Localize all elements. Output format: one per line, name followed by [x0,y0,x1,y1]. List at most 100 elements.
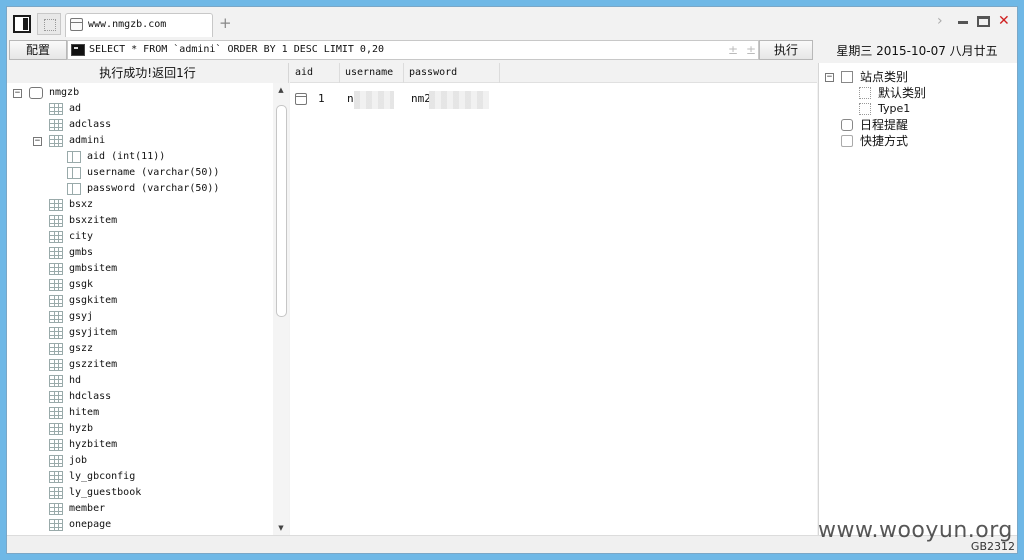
category-item-label: 默认类别 [878,86,927,100]
config-button[interactable]: 配置 [9,40,67,60]
table-label: gszzitem [69,359,118,370]
tab-title: www.nmgzb.com [88,19,167,30]
sql-text[interactable]: SELECT * FROM `admini` ORDER BY 1 DESC L… [89,44,384,55]
table-icon [49,519,63,531]
table-label: job [69,455,88,466]
collapse-icon[interactable]: − [33,137,42,146]
category-icon [859,87,871,99]
table-icon [49,103,63,115]
table-icon [49,423,63,435]
title-bar: www.nmgzb.com + › ✕ [7,7,1017,37]
cell-password[interactable]: nm2 [411,89,431,109]
column-icon [67,151,81,163]
table-label: hyzb [69,423,94,434]
scroll-up-icon[interactable]: ▲ [273,83,289,97]
row-icon [295,93,307,105]
site-category-pane: − 站点类别 默认类别 Type1 日程提醒 快捷方式 [818,63,1017,535]
table-label: hd [69,375,82,386]
table-icon [49,471,63,483]
shortcuts-label: 快捷方式 [860,134,909,148]
database-tree-pane: 执行成功!返回1行 − nmgzb ad adclass − admini aid (i… [7,63,289,535]
table-icon [49,455,63,467]
table-label: hitem [69,407,100,418]
table-icon [49,199,63,211]
terminal-icon [71,44,85,56]
scroll-down-icon[interactable]: ▼ [273,521,289,535]
table-icon [49,263,63,275]
chevron-right-icon[interactable]: › [937,13,943,29]
column-icon [67,183,81,195]
folder-icon [841,71,853,83]
category-root-label: 站点类别 [860,70,909,84]
table-label: member [69,503,106,514]
column-label: username (varchar(50)) [87,167,220,178]
column-label: aid (int(11)) [87,151,166,162]
table-icon [49,119,63,131]
panel-toggle-icon[interactable] [13,15,31,33]
column-header-username[interactable]: username [340,63,404,83]
query-status: 执行成功!返回1行 [7,63,288,83]
table-icon [49,247,63,259]
page-icon [70,18,83,31]
watermark: www.wooyun.org [818,518,1013,543]
date-label: 星期三 2015-10-07 八月廿五 [836,44,998,58]
table-icon [49,439,63,451]
table-label: gsyj [69,311,94,322]
table-icon [49,215,63,227]
clock-icon [841,119,853,131]
table-icon [49,359,63,371]
result-grid: aid username password 1 n nm2 [290,63,817,535]
table-icon [49,503,63,515]
table-label: hyzbitem [69,439,118,450]
table-label: bsxzitem [69,215,118,226]
collapse-icon[interactable]: − [825,73,834,82]
table-label: ly_gbconfig [69,471,136,482]
close-button[interactable]: ✕ [998,13,1010,29]
plus-minus-icon[interactable]: ± [728,43,738,57]
cell-aid[interactable]: 1 [318,89,325,109]
table-row[interactable]: 1 n nm2 [290,89,817,109]
table-icon [49,487,63,499]
table-icon [49,135,63,147]
table-label: gsyjitem [69,327,118,338]
maximize-button[interactable] [977,16,990,27]
cell-username[interactable]: n [347,89,354,109]
redaction-blur [429,91,489,109]
table-icon [49,231,63,243]
table-label: gmbsitem [69,263,118,274]
table-icon [49,391,63,403]
tree-scrollbar[interactable]: ▲ ▼ [273,83,289,535]
blank-tab-icon[interactable] [37,13,61,35]
database-icon [29,87,43,99]
table-label: gsgk [69,279,94,290]
grid-header: aid username password [290,63,817,83]
category-item-label: Type1 [878,102,911,115]
table-label: city [69,231,94,242]
table-icon [49,343,63,355]
toolbar: 配置 SELECT * FROM `admini` ORDER BY 1 DES… [7,39,1017,61]
execute-button[interactable]: 执行 [759,40,813,60]
table-icon [49,295,63,307]
column-header-aid[interactable]: aid [290,63,340,83]
hand-icon [841,135,853,147]
database-tree[interactable]: − nmgzb ad adclass − admini aid (int(11)) use… [7,83,273,535]
table-label: ad [69,103,82,114]
table-icon [49,311,63,323]
table-label: onepage [69,519,112,530]
column-header-password[interactable]: password [404,63,500,83]
table-label: admini [69,135,106,146]
database-label: nmgzb [49,87,80,98]
table-icon [49,375,63,387]
sql-input[interactable]: SELECT * FROM `admini` ORDER BY 1 DESC L… [67,40,759,60]
scroll-thumb[interactable] [276,105,287,317]
browser-window: www.nmgzb.com + › ✕ 配置 SELECT * FROM `ad… [6,6,1018,554]
table-icon [49,279,63,291]
schedule-label: 日程提醒 [860,118,909,132]
table-label: ly_guestbook [69,487,142,498]
column-icon [67,167,81,179]
plus-minus-icon[interactable]: ± [746,43,756,57]
collapse-icon[interactable]: − [13,89,22,98]
minimize-button[interactable] [958,21,968,24]
new-tab-button[interactable]: + [219,16,232,31]
tab-active[interactable]: www.nmgzb.com [65,13,213,37]
